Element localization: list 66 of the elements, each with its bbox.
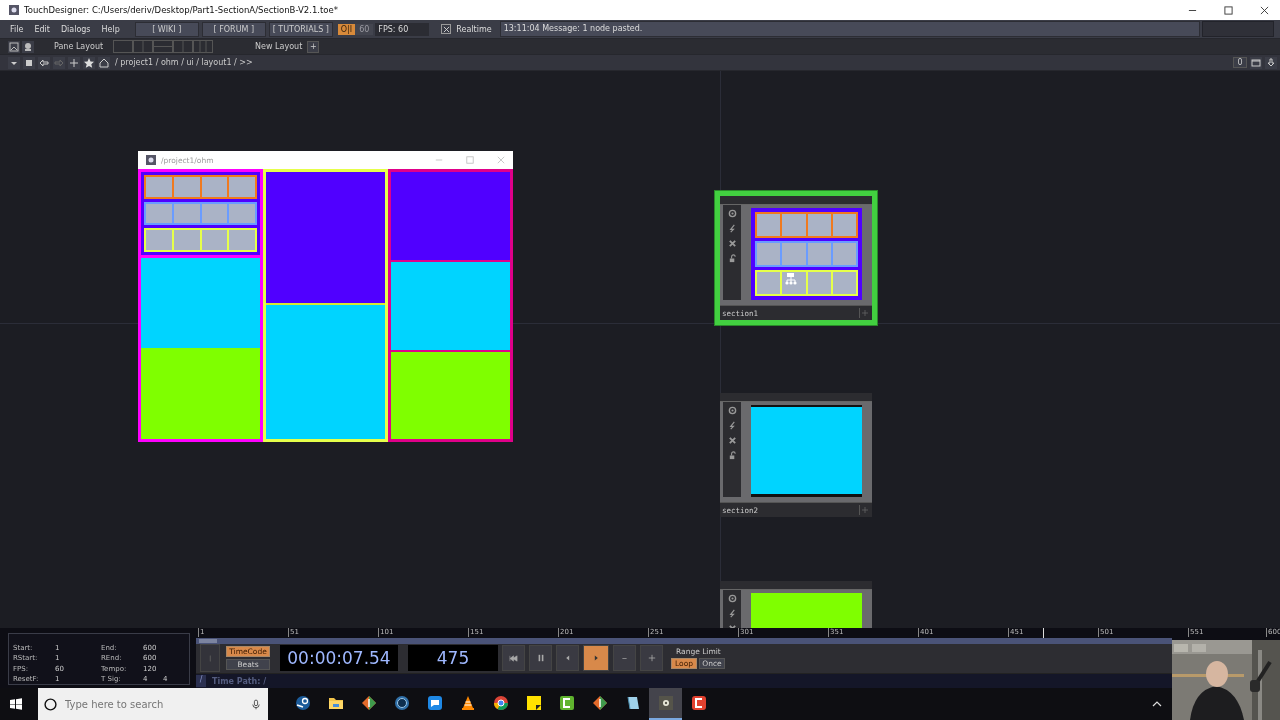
viewer-icon[interactable] xyxy=(727,406,737,415)
pause-button[interactable] xyxy=(529,645,552,672)
window-icon[interactable] xyxy=(1250,56,1262,69)
maximize-icon[interactable] xyxy=(1224,5,1233,15)
close-icon[interactable] xyxy=(1260,5,1269,15)
menu-item[interactable]: Help xyxy=(101,24,120,34)
realtime-checkbox[interactable] xyxy=(441,24,452,34)
link-button[interactable]: [ TUTORIALS ] xyxy=(268,21,333,37)
link-button[interactable]: [ WIKI ] xyxy=(134,21,199,37)
window-title: TouchDesigner: C:/Users/deriv/Desktop/Part1-SectionA/SectionB-V2.1.toe* xyxy=(24,5,339,15)
play-icon xyxy=(593,655,599,662)
oi-badge[interactable]: O|I xyxy=(337,23,356,35)
palette-icon[interactable] xyxy=(22,40,34,53)
pause-icon xyxy=(536,654,545,663)
timecode-display: 00:00:07.54 xyxy=(280,645,398,672)
realtime-label: Realtime xyxy=(456,24,492,34)
square-app-icon[interactable] xyxy=(649,688,682,720)
cursor-icon xyxy=(785,273,799,285)
time-path-label: Time Path: / xyxy=(212,676,267,686)
counter-button[interactable]: 0 xyxy=(1233,57,1247,68)
new-layout-label: New Layout xyxy=(255,42,303,51)
home-icon[interactable] xyxy=(98,56,110,69)
step-plus-button[interactable] xyxy=(640,645,663,672)
download-icon[interactable] xyxy=(1265,56,1277,69)
app-logo-icon xyxy=(146,155,156,165)
scroll-track[interactable] xyxy=(196,637,1172,644)
stop-icon[interactable] xyxy=(23,56,35,69)
app-logo-icon xyxy=(9,5,19,15)
link-button[interactable]: [ FORUM ] xyxy=(201,21,266,37)
viewer-icon[interactable] xyxy=(727,594,737,603)
step-back-icon xyxy=(564,655,571,662)
bolt-icon[interactable] xyxy=(727,609,737,618)
plus-icon xyxy=(647,654,656,663)
dropdown-icon[interactable] xyxy=(8,56,20,69)
lock-icon[interactable] xyxy=(727,451,737,460)
lock-icon[interactable] xyxy=(727,254,737,263)
image-icon[interactable] xyxy=(8,40,20,53)
rewind-button[interactable] xyxy=(502,645,525,672)
star-icon[interactable] xyxy=(83,56,95,69)
add-layout-button[interactable]: + xyxy=(307,40,320,53)
back-icon[interactable] xyxy=(38,56,50,69)
fps-cap: 60 xyxy=(355,23,374,35)
start-icon[interactable] xyxy=(10,698,22,710)
fps-readout: FPS: 60 xyxy=(375,22,430,36)
play-button[interactable] xyxy=(583,645,609,672)
chevron-up-icon[interactable] xyxy=(1152,701,1162,707)
root-path-button[interactable]: / xyxy=(196,675,206,688)
bypass-icon[interactable] xyxy=(727,436,737,445)
frame-display: 475 xyxy=(408,645,498,672)
menu-item[interactable]: File xyxy=(10,24,24,34)
pane-layout-label: Pane Layout xyxy=(54,42,104,51)
bypass-icon[interactable] xyxy=(727,239,737,248)
network-path[interactable]: / project1 / ohm / ui / layout1 / >> xyxy=(115,58,253,67)
message-field: 13:11:04 Message: 1 node pasted. xyxy=(499,21,1200,37)
minus-icon xyxy=(621,655,628,662)
rewind-icon xyxy=(509,654,518,663)
search-field[interactable]: Type here to search xyxy=(63,697,246,711)
search-box[interactable]: Type here to search xyxy=(38,688,268,720)
bolt-icon[interactable] xyxy=(727,421,737,430)
microphone-icon[interactable] xyxy=(252,698,260,710)
menu-item[interactable]: Edit xyxy=(34,24,50,34)
search-icon xyxy=(44,697,57,711)
bolt-icon[interactable] xyxy=(727,224,737,233)
plus-icon[interactable] xyxy=(68,56,80,69)
viewer-icon[interactable] xyxy=(727,209,737,218)
menu-item[interactable]: Dialogs xyxy=(60,24,91,34)
